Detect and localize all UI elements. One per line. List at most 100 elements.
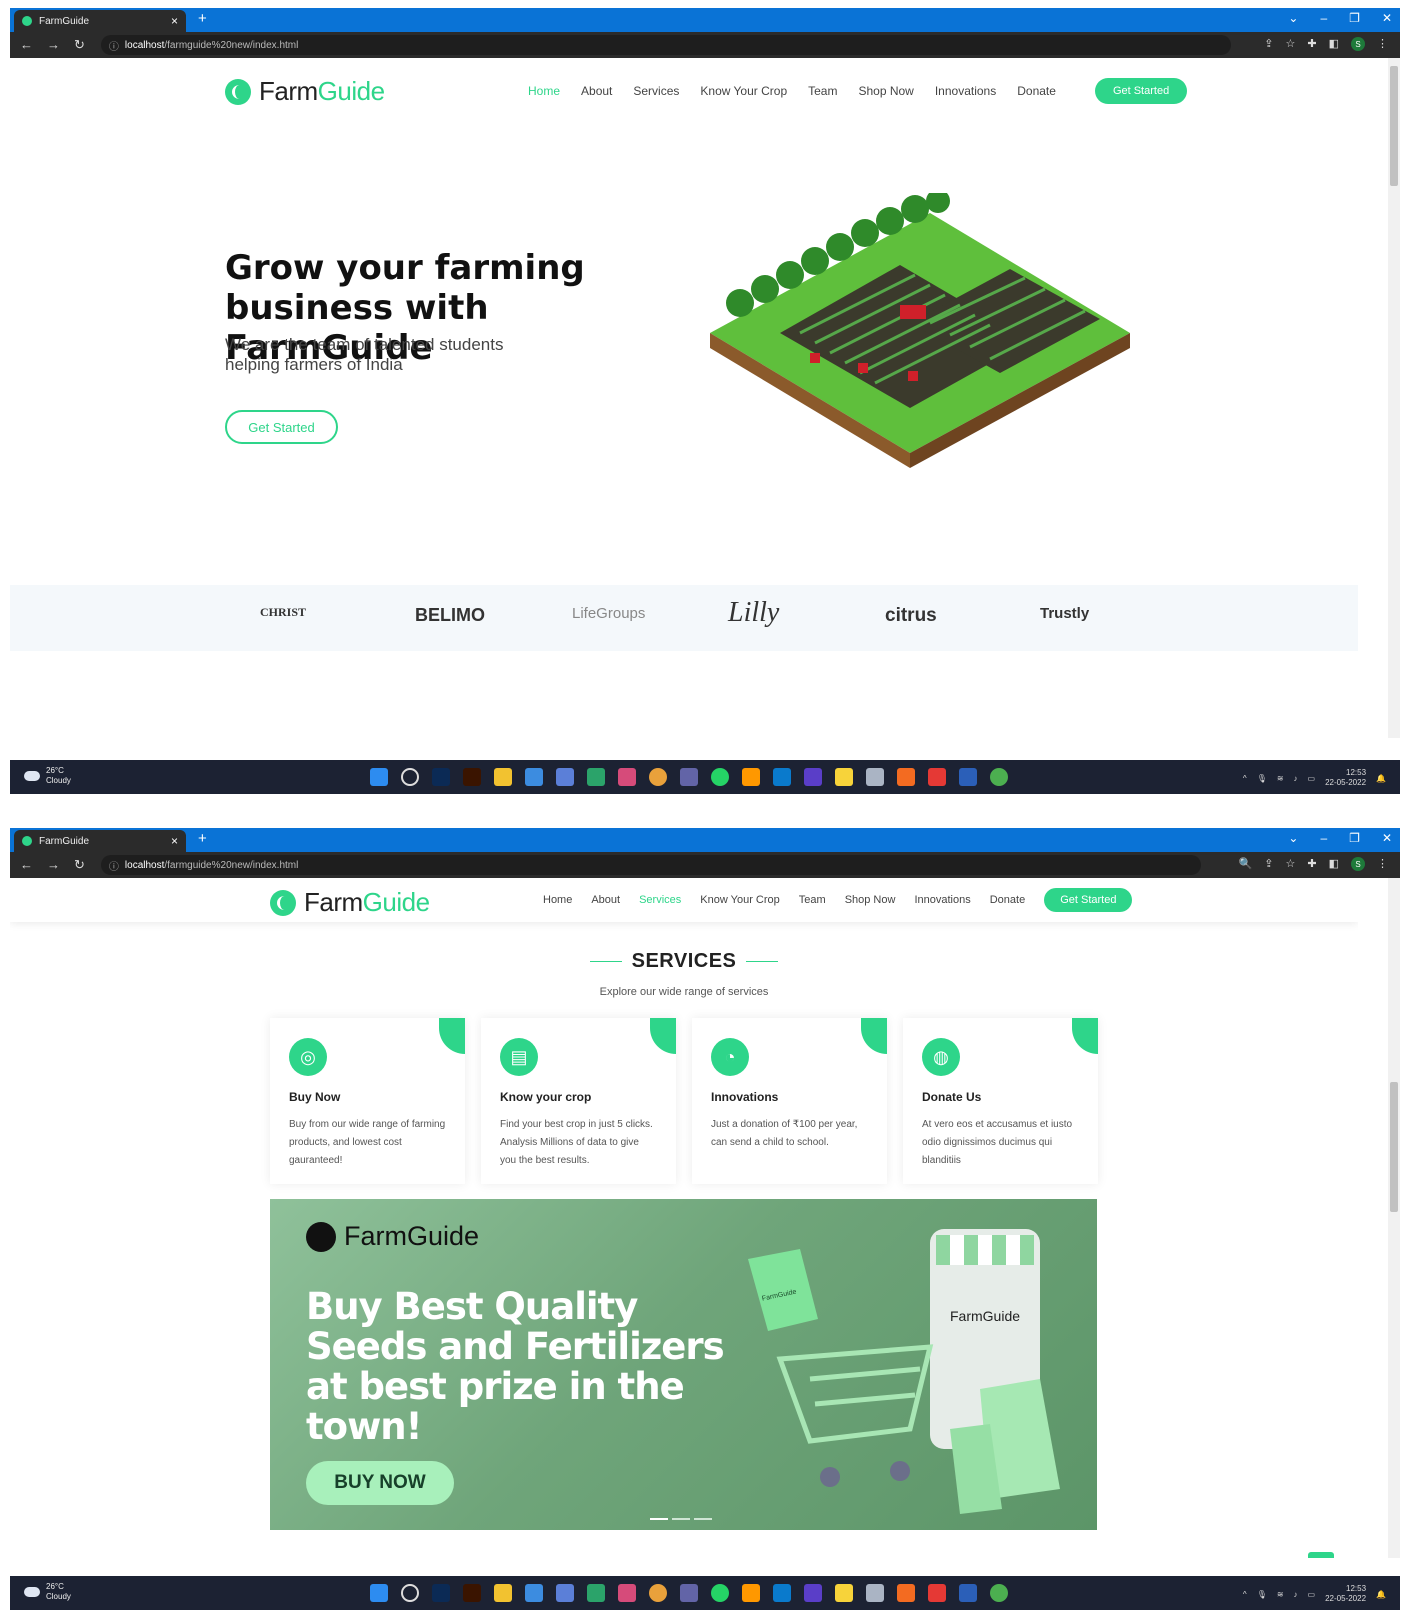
chrome-icon[interactable]: [649, 768, 667, 786]
nav-services[interactable]: Services: [633, 84, 679, 98]
xampp-icon[interactable]: [897, 768, 915, 786]
nav-shop-now[interactable]: Shop Now: [845, 894, 896, 906]
nav-home[interactable]: Home: [543, 894, 572, 906]
sticky-notes-icon[interactable]: [835, 768, 853, 786]
minimize-icon[interactable]: –: [1320, 11, 1327, 25]
sublime-icon[interactable]: [742, 1584, 760, 1602]
close-tab-icon[interactable]: ×: [171, 834, 178, 848]
menu-kebab-icon[interactable]: ⋮: [1377, 37, 1388, 51]
forward-icon[interactable]: →: [47, 37, 60, 53]
back-to-top-button[interactable]: ↑: [1308, 1552, 1334, 1558]
edge-icon[interactable]: [587, 768, 605, 786]
microphone-icon[interactable]: 🎙: [1257, 1590, 1267, 1599]
minimize-icon[interactable]: –: [1320, 831, 1327, 845]
carousel-dot[interactable]: [694, 1518, 712, 1520]
clock[interactable]: 12:53 22-05-2022: [1325, 1584, 1366, 1604]
site-info-icon[interactable]: ⓘ: [109, 38, 119, 53]
word-icon[interactable]: [959, 1584, 977, 1602]
service-card-buy-now[interactable]: ◎ Buy Now Buy from our wide range of far…: [270, 1018, 465, 1184]
weather-widget[interactable]: 26°C Cloudy: [24, 1582, 71, 1602]
nav-know-your-crop[interactable]: Know Your Crop: [700, 84, 787, 98]
word-icon[interactable]: [959, 768, 977, 786]
service-card-know-your-crop[interactable]: ▤ Know your crop Find your best crop in …: [481, 1018, 676, 1184]
nav-home[interactable]: Home: [528, 84, 560, 98]
weather-widget[interactable]: 26°C Cloudy: [24, 766, 71, 786]
scrollbar-thumb[interactable]: [1390, 66, 1398, 186]
window-close-icon[interactable]: ✕: [1382, 831, 1392, 845]
volume-icon[interactable]: ♪: [1294, 774, 1298, 783]
service-card-donate-us[interactable]: ◍ Donate Us At vero eos et accusamus et …: [903, 1018, 1098, 1184]
shop-banner-carousel[interactable]: FarmGuide Buy Best Quality Seeds and Fer…: [270, 1199, 1097, 1530]
nav-donate[interactable]: Donate: [1017, 84, 1056, 98]
intellij-icon[interactable]: [804, 768, 822, 786]
illustrator-icon[interactable]: [463, 1584, 481, 1602]
carousel-dot[interactable]: [672, 1518, 690, 1520]
restore-icon[interactable]: ❐: [1349, 831, 1360, 845]
back-icon[interactable]: ←: [20, 37, 33, 53]
nav-innovations[interactable]: Innovations: [914, 894, 970, 906]
menu-kebab-icon[interactable]: ⋮: [1377, 857, 1388, 871]
teams-icon[interactable]: [680, 768, 698, 786]
service-card-innovations[interactable]: ◔ Innovations Just a donation of ₹100 pe…: [692, 1018, 887, 1184]
bookmark-star-icon[interactable]: ☆: [1286, 857, 1296, 871]
file-explorer-icon[interactable]: [494, 1584, 512, 1602]
chrome-active-icon[interactable]: [990, 768, 1008, 786]
photoshop-icon[interactable]: [432, 768, 450, 786]
whatsapp-icon[interactable]: [711, 1584, 729, 1602]
search-icon[interactable]: [401, 1584, 419, 1602]
teams-icon[interactable]: [680, 1584, 698, 1602]
wifi-icon[interactable]: ≋: [1277, 1590, 1284, 1599]
printer-icon[interactable]: [866, 768, 884, 786]
back-icon[interactable]: ←: [20, 857, 33, 873]
page-scrollbar[interactable]: [1388, 58, 1400, 738]
site-logo[interactable]: FarmGuide: [225, 76, 385, 107]
mail-icon[interactable]: [525, 768, 543, 786]
share-icon[interactable]: ⇪: [1264, 857, 1273, 871]
windows-start-icon[interactable]: [370, 1584, 388, 1602]
extensions-icon[interactable]: ✚: [1307, 37, 1316, 51]
clock[interactable]: 12:53 22-05-2022: [1325, 768, 1366, 788]
nav-services[interactable]: Services: [639, 894, 681, 906]
whatsapp-icon[interactable]: [711, 768, 729, 786]
vscode-icon[interactable]: [773, 1584, 791, 1602]
volume-icon[interactable]: ♪: [1294, 1590, 1298, 1599]
sticky-notes-icon[interactable]: [835, 1584, 853, 1602]
printer-icon[interactable]: [866, 1584, 884, 1602]
new-tab-button[interactable]: +: [198, 10, 207, 27]
side-panel-icon[interactable]: ◧: [1329, 37, 1339, 51]
sublime-icon[interactable]: [742, 768, 760, 786]
chrome-active-icon[interactable]: [990, 1584, 1008, 1602]
nav-team[interactable]: Team: [799, 894, 826, 906]
xampp-icon[interactable]: [897, 1584, 915, 1602]
profile-avatar[interactable]: S: [1351, 37, 1365, 51]
battery-icon[interactable]: ▭: [1308, 774, 1316, 783]
store-icon[interactable]: [556, 768, 574, 786]
notification-bell-icon[interactable]: 🔔: [1376, 1590, 1386, 1599]
nav-team[interactable]: Team: [808, 84, 837, 98]
restore-icon[interactable]: ❐: [1349, 11, 1360, 25]
edge-icon[interactable]: [587, 1584, 605, 1602]
reload-icon[interactable]: ↻: [74, 857, 85, 873]
get-started-button[interactable]: Get Started: [1094, 78, 1188, 104]
nav-know-your-crop[interactable]: Know Your Crop: [700, 894, 780, 906]
nav-shop-now[interactable]: Shop Now: [858, 84, 913, 98]
nav-donate[interactable]: Donate: [990, 894, 1025, 906]
url-input[interactable]: ⓘ localhost /farmguide%20new/index.html: [100, 35, 1231, 55]
store-icon[interactable]: [556, 1584, 574, 1602]
chrome-icon[interactable]: [649, 1584, 667, 1602]
notification-bell-icon[interactable]: 🔔: [1376, 774, 1386, 783]
scrollbar-thumb[interactable]: [1390, 1082, 1398, 1212]
hero-get-started-button[interactable]: Get Started: [225, 410, 338, 444]
side-panel-icon[interactable]: ◧: [1329, 857, 1339, 871]
photoshop-icon[interactable]: [432, 1584, 450, 1602]
search-icon[interactable]: [401, 768, 419, 786]
intellij-icon[interactable]: [804, 1584, 822, 1602]
tab-search-icon[interactable]: ⌄: [1288, 831, 1298, 845]
share-icon[interactable]: ⇪: [1264, 37, 1273, 51]
extensions-icon[interactable]: ✚: [1307, 857, 1316, 871]
chevron-up-icon[interactable]: ^: [1243, 774, 1247, 783]
page-scrollbar[interactable]: [1388, 878, 1400, 1558]
buy-now-button[interactable]: BUY NOW: [306, 1461, 454, 1505]
mail-icon[interactable]: [525, 1584, 543, 1602]
window-close-icon[interactable]: ✕: [1382, 11, 1392, 25]
